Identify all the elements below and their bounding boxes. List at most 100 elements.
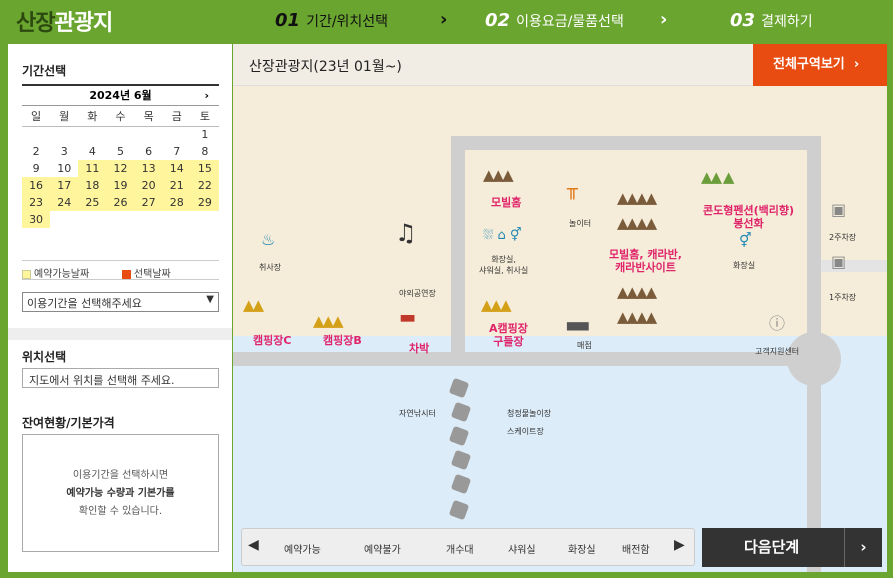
parking1-label: 1주차장 bbox=[829, 293, 857, 302]
calendar-day: 5 bbox=[116, 145, 124, 158]
road bbox=[807, 136, 821, 364]
chevron-right-icon: › bbox=[660, 9, 668, 30]
location-title: 위치선택 bbox=[22, 350, 67, 364]
weekday-label: 월 bbox=[50, 106, 79, 127]
cooking-icon: ♨ bbox=[261, 230, 276, 249]
info-icon: ⓘ bbox=[769, 314, 786, 333]
calendar-empty bbox=[163, 211, 191, 228]
calendar-day[interactable]: 21 bbox=[162, 177, 191, 194]
area-camp-b[interactable]: 캠핑장B bbox=[323, 334, 362, 347]
calendar-day[interactable]: 18 bbox=[78, 177, 107, 194]
weekday-label: 토 bbox=[190, 106, 219, 127]
store-label: 매점 bbox=[577, 341, 592, 350]
playground-label: 놀이터 bbox=[569, 219, 592, 228]
calendar-day[interactable]: 17 bbox=[50, 177, 79, 194]
area-mobile-home[interactable]: 모빌홈 bbox=[491, 196, 521, 209]
legend-item: 예약가능 bbox=[284, 545, 321, 556]
calendar-day[interactable]: 24 bbox=[50, 194, 79, 211]
calendar-day[interactable]: 25 bbox=[78, 194, 107, 211]
calendar-empty bbox=[106, 211, 134, 228]
calendar-day: 3 bbox=[60, 145, 68, 158]
chevron-down-icon: ▼ bbox=[206, 294, 214, 305]
toilet-label: 화장실 bbox=[733, 261, 756, 270]
legend-bar: ◀ 예약가능 예약불가 개수대 샤워실 화장실 배전함 ▶ bbox=[241, 528, 695, 566]
swing-icon: ╥ bbox=[567, 179, 578, 200]
area-camp-c[interactable]: 캠핑장C bbox=[253, 334, 291, 347]
calendar-day: 6 bbox=[145, 145, 153, 158]
pension-icons: ▲▲ ▲ bbox=[701, 168, 734, 186]
calendar-empty bbox=[135, 126, 163, 143]
calendar-day[interactable]: 12 bbox=[106, 160, 135, 177]
fishing-label: 자연낚시터 bbox=[399, 409, 436, 418]
calendar-empty bbox=[50, 126, 78, 143]
calendar-empty bbox=[78, 126, 106, 143]
calendar-day[interactable]: 13 bbox=[134, 160, 163, 177]
legend-item: 샤워실 bbox=[508, 545, 536, 556]
calendar-day[interactable]: 30 bbox=[22, 211, 51, 228]
road bbox=[451, 136, 465, 366]
calendar-empty bbox=[191, 211, 219, 228]
step-1: 01 기간/위치선택 bbox=[275, 10, 389, 31]
area-chabak[interactable]: 차박 bbox=[409, 342, 429, 355]
tent-icons: ▲▲▲ bbox=[481, 296, 512, 314]
area-camp-a[interactable]: A캠핑장 구들장 bbox=[489, 322, 528, 348]
stage-label: 야외공연장 bbox=[399, 289, 436, 298]
weekday-label: 수 bbox=[106, 106, 135, 127]
calendar-day[interactable]: 23 bbox=[22, 194, 51, 211]
calendar-day: 7 bbox=[173, 145, 181, 158]
calendar-day[interactable]: 19 bbox=[106, 177, 135, 194]
next-step-button[interactable]: 다음단계 › bbox=[702, 528, 882, 567]
area-mobile-caravan[interactable]: 모빌홈, 캐라반, 캐라반사이트 bbox=[609, 248, 682, 274]
period-select[interactable]: 이용기간을 선택해주세요 ▼ bbox=[22, 292, 219, 312]
page-title: 산장관광지(23년 01월~) bbox=[249, 59, 402, 75]
parking-icon: ▣ bbox=[831, 252, 847, 271]
calendar-day[interactable]: 26 bbox=[106, 194, 135, 211]
top-bar: 산장관광지 01 기간/위치선택 › 02 이용요금/물품선택 › 03 결제하기 bbox=[0, 0, 893, 44]
legend-available: 예약가능날짜 bbox=[34, 269, 90, 280]
map-header: 산장관광지(23년 01월~) 전체구역보기 › bbox=[233, 44, 887, 86]
calendar-day: 8 bbox=[201, 145, 209, 158]
piano-icon: ♫ bbox=[395, 219, 417, 247]
calendar-day[interactable]: 11 bbox=[78, 160, 107, 177]
calendar: 2024년 6월 › 일 월 화 수 목 금 토 1 2 3 4 5 6 7 8 9 10 11 12 13 14 15 16… bbox=[22, 84, 219, 228]
next-icon[interactable]: ▶ bbox=[674, 537, 685, 553]
legend-item: 개수대 bbox=[446, 545, 474, 556]
location-display: 지도에서 위치를 선택해 주세요. bbox=[22, 368, 219, 388]
calendar-grid: 일 월 화 수 목 금 토 1 2 3 4 5 6 7 8 9 10 11 12 13 14 15 16 17 18 19 20 21… bbox=[22, 106, 219, 228]
calendar-empty bbox=[106, 126, 134, 143]
main-panel: 산장관광지(23년 01월~) 전체구역보기 › ▲▲▲ 모빌홈 ╥ 놀이터 ▲… bbox=[233, 44, 887, 572]
facility-icons: ⛆ ⌂ ⚥ bbox=[483, 228, 522, 243]
tent-icons: ▲▲▲▲ ▲▲▲▲ bbox=[617, 283, 657, 326]
cooking-label: 취사장 bbox=[259, 263, 282, 272]
calendar-empty bbox=[163, 126, 191, 143]
divider bbox=[8, 328, 232, 340]
legend-selected: 선택날짜 bbox=[133, 269, 171, 280]
full-area-button[interactable]: 전체구역보기 › bbox=[753, 44, 887, 86]
parking2-label: 2주차장 bbox=[829, 233, 857, 242]
weekday-label: 일 bbox=[22, 106, 51, 127]
store-icon: ▄▄ bbox=[567, 315, 589, 331]
calendar-empty bbox=[78, 211, 106, 228]
calendar-day[interactable]: 28 bbox=[162, 194, 191, 211]
next-month-icon[interactable]: › bbox=[204, 86, 209, 106]
calendar-day[interactable]: 22 bbox=[190, 177, 219, 194]
calendar-empty bbox=[22, 126, 50, 143]
site-map[interactable]: ▲▲▲ 모빌홈 ╥ 놀이터 ▲▲▲▲ ▲▲▲▲ 모빌홈, 캐라반, 캐라반사이트 … bbox=[233, 86, 887, 572]
area-condo[interactable]: 콘도형펜션(백리향) 봉선화 bbox=[703, 204, 794, 230]
weekday-label: 금 bbox=[162, 106, 191, 127]
calendar-day[interactable]: 15 bbox=[190, 160, 219, 177]
road bbox=[451, 136, 821, 150]
skate-label: 스케이트장 bbox=[507, 427, 544, 436]
calendar-day[interactable]: 27 bbox=[134, 194, 163, 211]
calendar-day[interactable]: 20 bbox=[134, 177, 163, 194]
remain-info: 이용기간을 선택하시면 예약가능 수량과 기본가를 확인할 수 있습니다. bbox=[22, 434, 219, 552]
calendar-day[interactable]: 14 bbox=[162, 160, 191, 177]
prev-icon[interactable]: ◀ bbox=[248, 537, 259, 553]
legend-item: 배전함 bbox=[622, 545, 650, 556]
calendar-day: 1 bbox=[201, 128, 209, 142]
tent-icons: ▲▲ bbox=[243, 296, 264, 314]
calendar-empty bbox=[50, 211, 78, 228]
calendar-day[interactable]: 29 bbox=[190, 194, 219, 211]
calendar-day: 9 bbox=[32, 162, 40, 175]
calendar-day[interactable]: 16 bbox=[22, 177, 51, 194]
